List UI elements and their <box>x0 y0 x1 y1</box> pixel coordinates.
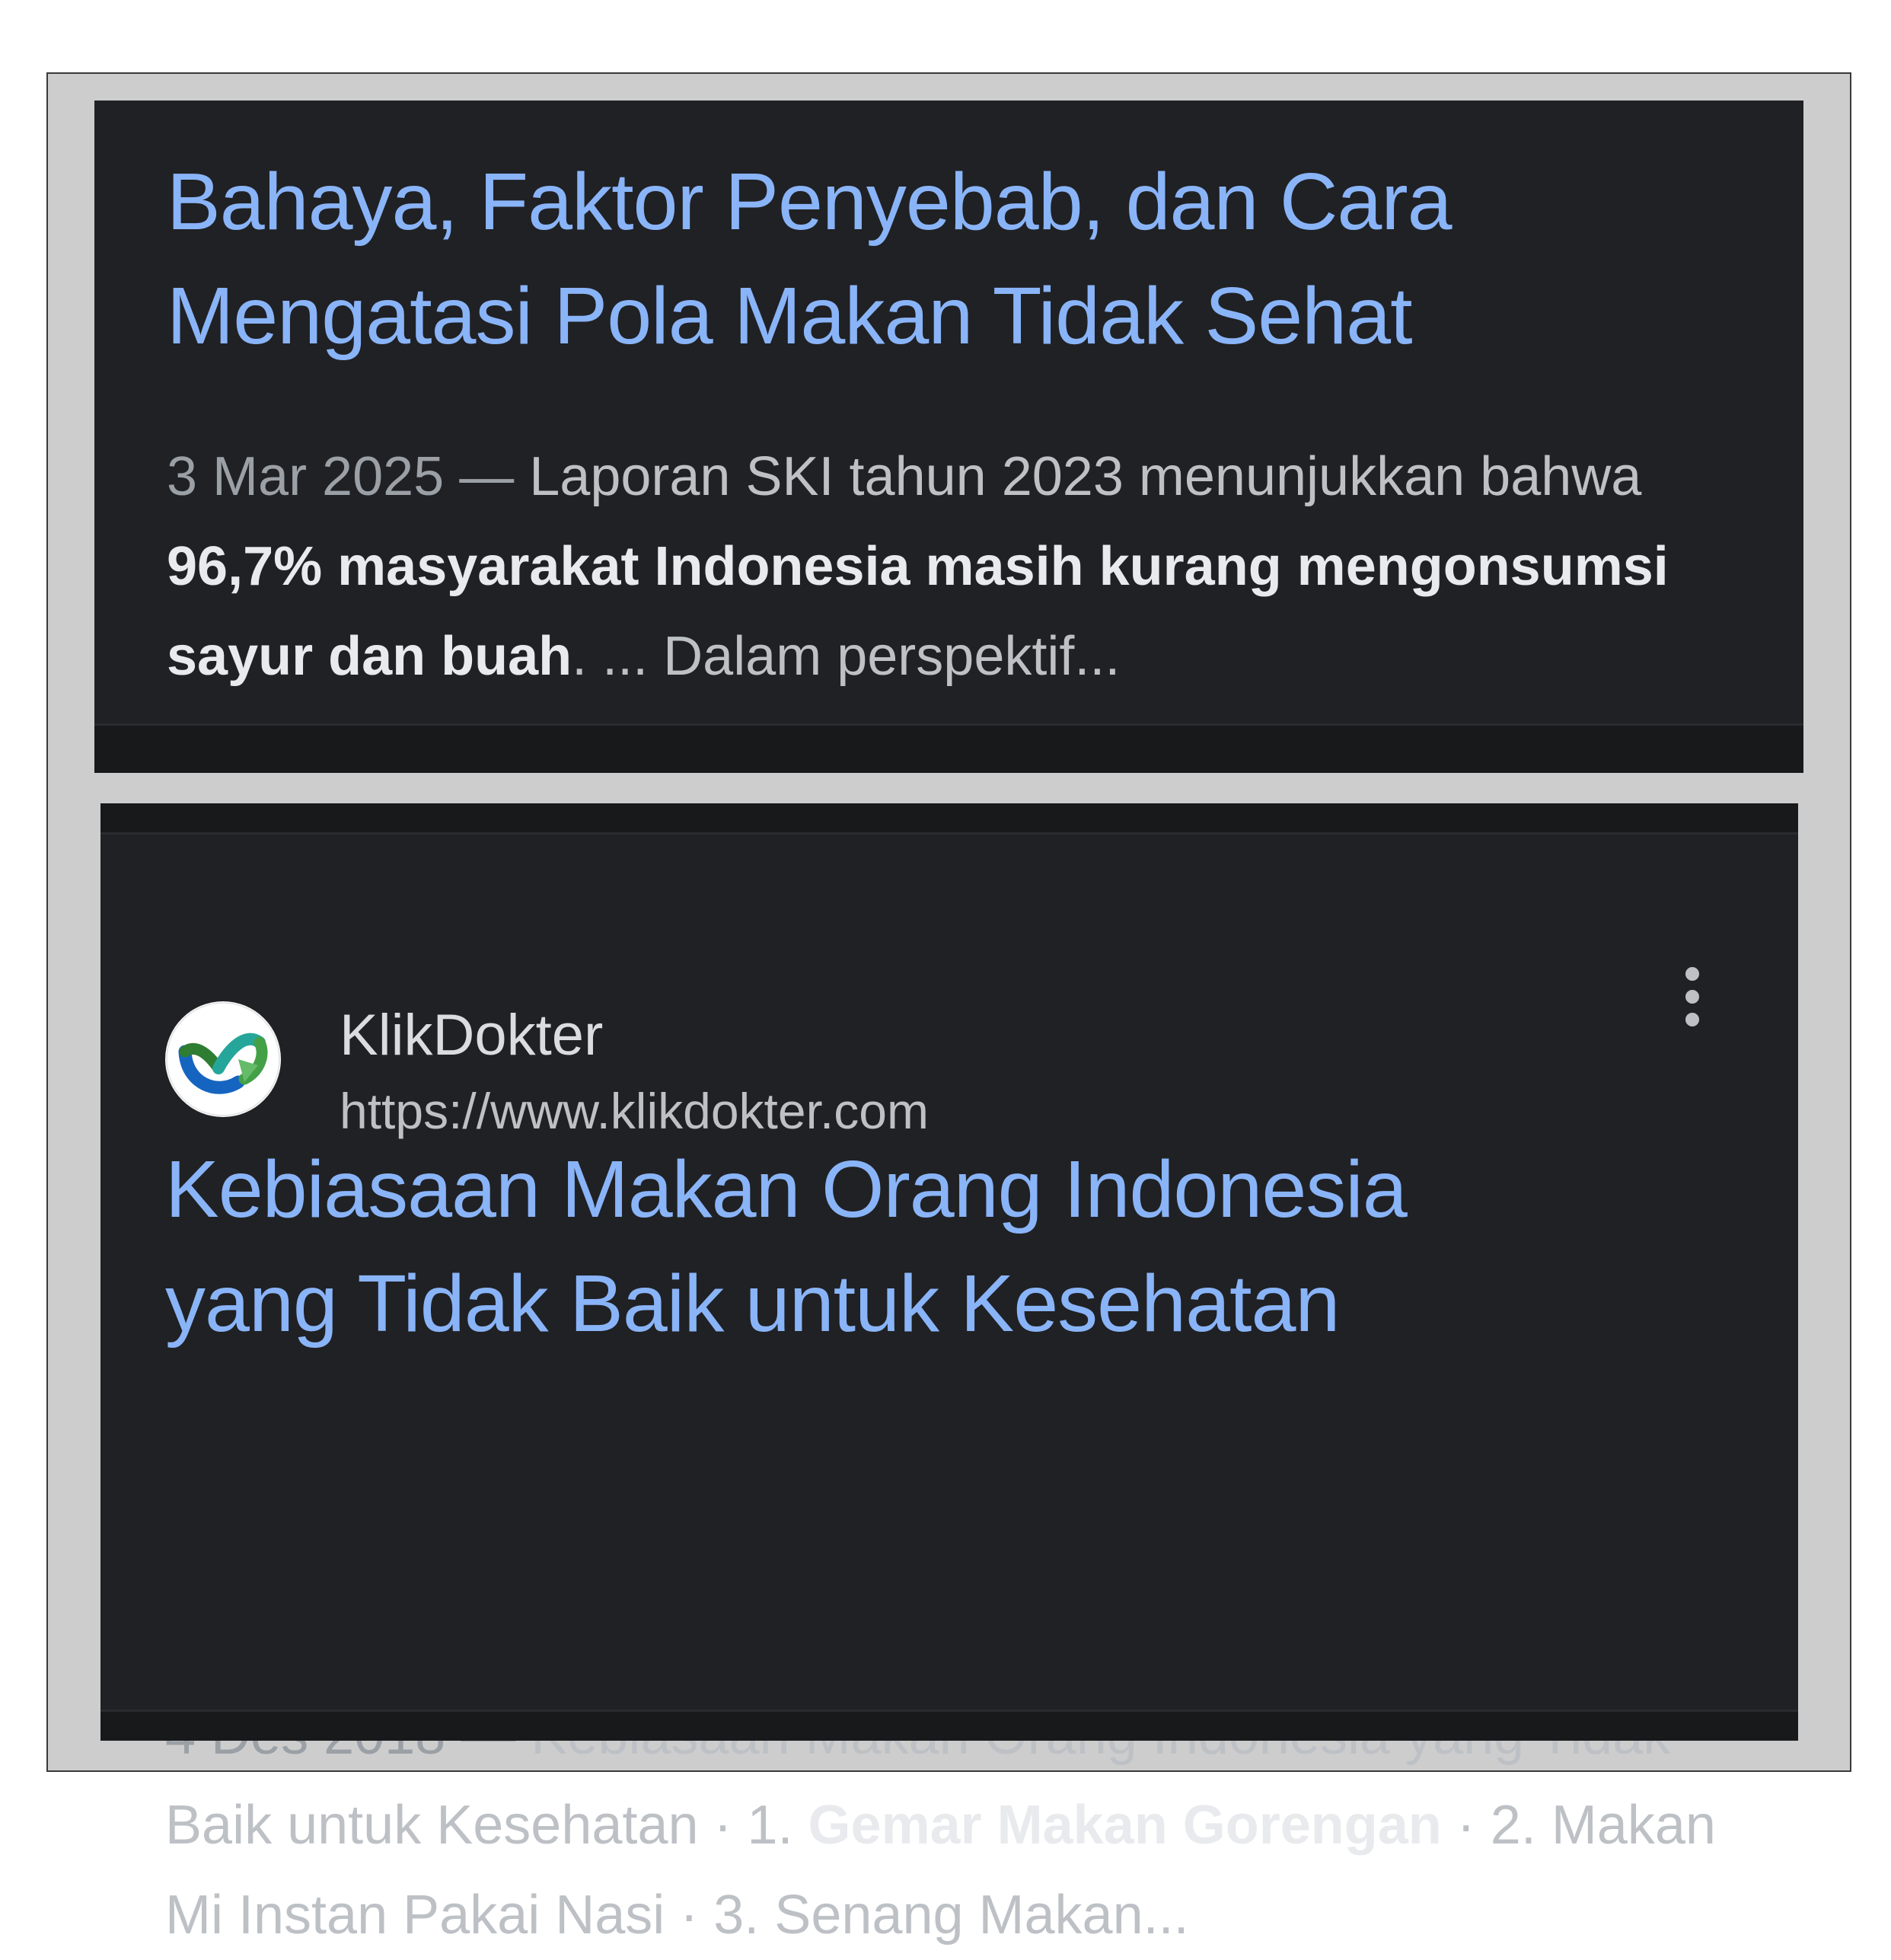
result-title[interactable]: Bahaya, Faktor Penyebab, dan Cara Mengat… <box>167 145 1727 373</box>
card-divider <box>100 803 1798 835</box>
result-title[interactable]: Kebiasaan Makan Orang Indonesia yang Tid… <box>165 1132 1726 1361</box>
snippet-text: . ... Dalam perspektif... <box>572 626 1121 687</box>
result-title-line: Mengatasi Pola Makan Tidak Sehat <box>167 271 1413 361</box>
result-title-link[interactable]: Kebiasaan Makan Orang Indonesia yang Tid… <box>165 1144 1408 1349</box>
card-divider <box>94 723 1803 773</box>
result-title-line: yang Tidak Baik untuk Kesehatan <box>165 1259 1340 1349</box>
search-result-1: Bahaya, Faktor Penyebab, dan Cara Mengat… <box>94 101 1803 773</box>
menu-dot <box>1685 990 1699 1004</box>
result-date: 3 Mar 2025 <box>167 446 445 507</box>
result-snippet: 3 Mar 2025 — Laporan SKI tahun 2023 menu… <box>167 432 1735 701</box>
more-vert-icon[interactable] <box>1678 959 1708 1036</box>
site-name: KlikDokter <box>340 1003 604 1068</box>
search-result-2: KlikDokter https://www.klikdokter.com Ke… <box>100 803 1798 1946</box>
screenshot-frame: Bahaya, Faktor Penyebab, dan Cara Mengat… <box>46 72 1851 1946</box>
menu-dot <box>1685 1013 1699 1026</box>
date-separator: — <box>444 446 530 507</box>
result-title-line: Kebiasaan Makan Orang Indonesia <box>165 1144 1408 1234</box>
menu-dot <box>1685 967 1699 981</box>
card-divider <box>100 1709 1798 1741</box>
result-title-link[interactable]: Bahaya, Faktor Penyebab, dan Cara Mengat… <box>167 157 1453 361</box>
result-title-line: Bahaya, Faktor Penyebab, dan Cara <box>167 157 1453 247</box>
klikdokter-logo-icon <box>165 1001 281 1117</box>
snippet-text: Laporan SKI tahun 2023 menunjukkan bahwa <box>529 446 1642 507</box>
result-source[interactable]: KlikDokter https://www.klikdokter.com <box>165 1001 1733 1139</box>
snippet-highlight: Gemar Makan Gorengan <box>808 1795 1442 1856</box>
